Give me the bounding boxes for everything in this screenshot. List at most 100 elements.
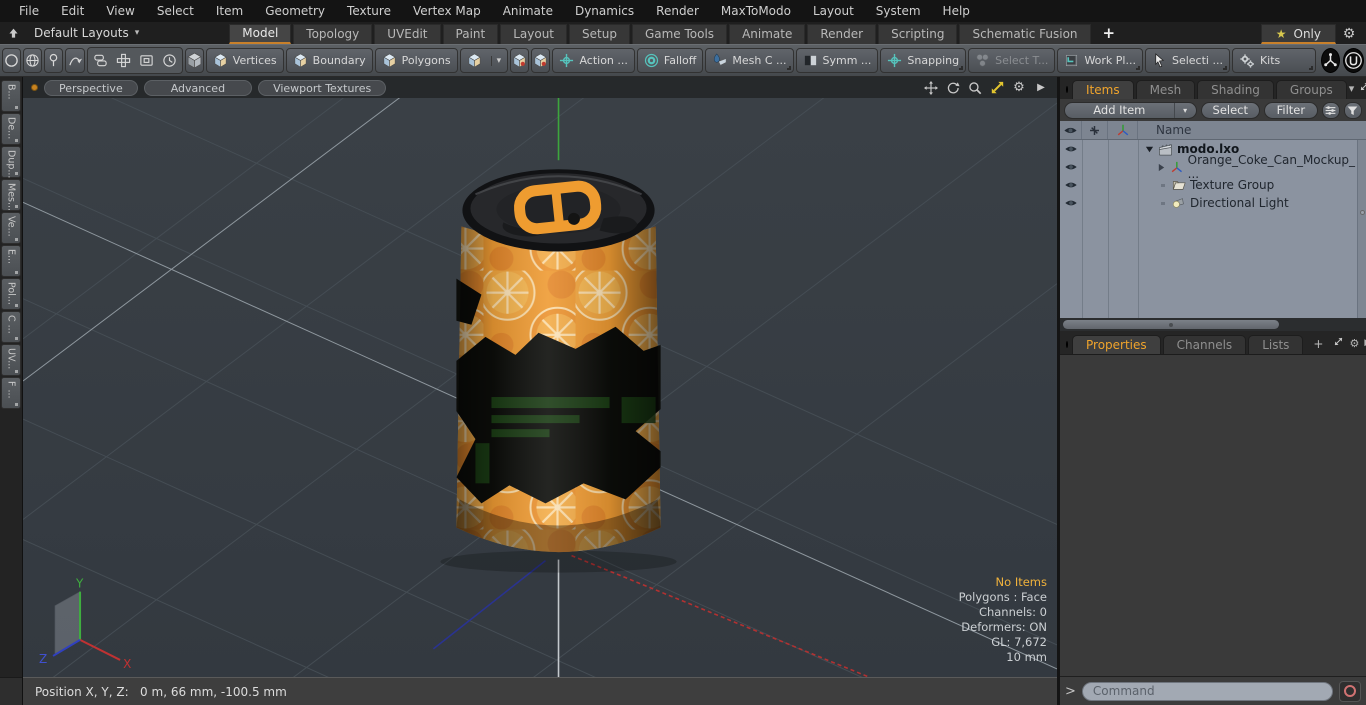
favorites-only-button[interactable]: ★ Only (1260, 24, 1336, 44)
filter-funnel-icon[interactable] (1343, 101, 1362, 119)
layout-tab-game-tools[interactable]: Game Tools (631, 24, 728, 44)
tab-overflow-icon[interactable]: ▾ (1349, 82, 1355, 95)
viewport-3d-canvas[interactable]: Y X Z No Items Polygons : Face Channels:… (23, 98, 1057, 677)
visibility-eye-icon[interactable] (1060, 158, 1082, 176)
toolbox-tab-deform[interactable]: De... (1, 113, 21, 145)
tree-row-mesh[interactable]: Orange_Coke_Can_Mockup_ ... (1060, 153, 1366, 181)
tab-mesh-ops[interactable]: Mesh ... (1135, 80, 1196, 115)
layout-tab-uvedit[interactable]: UVEdit (374, 24, 441, 44)
viewport-shading-button[interactable]: Advanced (143, 79, 253, 96)
toolbox-tab-edge[interactable]: E... (1, 245, 21, 277)
tab-shading[interactable]: Shading (1197, 80, 1274, 99)
tab-items[interactable]: Items (1072, 80, 1134, 99)
box-select-icon[interactable] (135, 49, 158, 72)
tree-row-directional-light[interactable]: Directional Light (1060, 194, 1366, 212)
tripod-logo-icon[interactable] (1320, 48, 1340, 73)
material-cube-icon[interactable] (510, 48, 530, 73)
command-input[interactable] (1081, 681, 1333, 701)
action-center-button[interactable]: Action ... (552, 48, 635, 73)
toolbox-tab-f[interactable]: F ... (1, 377, 21, 409)
work-plane-button[interactable]: Work Pl... (1057, 48, 1143, 73)
menu-animate[interactable]: Animate (492, 0, 564, 22)
layout-tab-scripting[interactable]: Scripting (878, 24, 958, 44)
menu-select[interactable]: Select (146, 0, 205, 22)
zoom-view-icon[interactable] (967, 80, 983, 96)
layout-tab-paint[interactable]: Paint (442, 24, 499, 44)
filter-button[interactable]: Filter (1263, 101, 1318, 119)
vertices-mode-button[interactable]: Vertices (205, 48, 284, 73)
pin-tool-icon[interactable] (44, 48, 64, 73)
rotate-view-icon[interactable] (945, 80, 961, 96)
viewport-textures-button[interactable]: Viewport Textures (258, 79, 387, 96)
menu-render[interactable]: Render (645, 0, 710, 22)
add-layout-tab-button[interactable]: + (1092, 24, 1126, 44)
unfold-icon[interactable] (112, 49, 135, 72)
tab-lists[interactable]: Lists (1248, 335, 1304, 354)
panel-gear-icon[interactable]: ⚙ (1349, 337, 1359, 350)
record-macro-icon[interactable] (1339, 680, 1361, 702)
menu-help[interactable]: Help (932, 0, 981, 22)
toolbox-tab-basic[interactable]: B... (1, 80, 21, 112)
clock-icon[interactable] (158, 49, 181, 72)
viewport-menu-arrow-icon[interactable]: ▶ (1033, 80, 1049, 96)
curve-tool-icon[interactable] (65, 48, 85, 73)
layout-tab-topology[interactable]: Topology (293, 24, 373, 44)
expand-panel-icon[interactable] (1333, 336, 1344, 350)
add-panel-tab-button[interactable]: + (1305, 335, 1331, 354)
symmetry-button[interactable]: Symm ... (795, 48, 879, 73)
expand-panel-icon[interactable] (1359, 81, 1366, 95)
boundary-mode-button[interactable]: Boundary (285, 48, 373, 73)
axis-column-icon[interactable] (1108, 121, 1138, 139)
pin-column-icon[interactable] (1082, 121, 1108, 139)
pin-layout-icon[interactable] (0, 23, 26, 43)
visibility-eye-icon[interactable] (1060, 194, 1082, 212)
select-through-button[interactable]: Select T... (968, 48, 1056, 73)
toolbox-tab-mesh[interactable]: Mes... (1, 179, 21, 211)
menu-geometry[interactable]: Geometry (254, 0, 336, 22)
cube-mode-icon[interactable] (184, 48, 204, 73)
menu-edit[interactable]: Edit (50, 0, 95, 22)
layout-tab-animate[interactable]: Animate (729, 24, 806, 44)
material-cube-alt-icon[interactable] (531, 48, 551, 73)
menu-dynamics[interactable]: Dynamics (564, 0, 645, 22)
menu-vertex-map[interactable]: Vertex Map (402, 0, 492, 22)
menu-system[interactable]: System (865, 0, 932, 22)
toolbox-tab-curves[interactable]: C ... (1, 311, 21, 343)
ellipse-tool-icon[interactable] (2, 48, 22, 73)
toolbox-tab-polygon[interactable]: Pol... (1, 278, 21, 310)
snapping-button[interactable]: Snapping (880, 48, 967, 73)
maximize-viewport-icon[interactable] (989, 80, 1005, 96)
unreal-logo-icon[interactable] (1342, 48, 1364, 73)
item-mode-dropdown[interactable]: ▾ (459, 48, 509, 73)
layout-tab-schematic-fusion[interactable]: Schematic Fusion (959, 24, 1091, 44)
vertical-scrollbar[interactable] (1357, 140, 1366, 318)
layouts-dropdown[interactable]: Default Layouts ▾ (26, 22, 147, 44)
add-item-button[interactable]: Add Item ▾ (1064, 101, 1197, 119)
tab-channels[interactable]: Channels (1162, 335, 1247, 354)
panel-indicator-icon[interactable] (1066, 86, 1068, 93)
falloff-button[interactable]: Falloff (636, 48, 704, 73)
selection-sets-button[interactable]: Selecti ... (1144, 48, 1230, 73)
viewport-indicator-icon[interactable] (31, 84, 38, 91)
horizontal-scrollbar[interactable] (1060, 318, 1366, 331)
tab-properties[interactable]: Properties (1072, 335, 1161, 354)
orange-can-model[interactable] (440, 169, 677, 573)
menu-view[interactable]: View (95, 0, 145, 22)
kits-button[interactable]: Kits (1231, 48, 1316, 73)
panel-indicator-icon[interactable] (1066, 341, 1068, 348)
layout-tab-setup[interactable]: Setup (569, 24, 630, 44)
visibility-eye-icon[interactable] (1060, 140, 1082, 158)
layout-tab-layout[interactable]: Layout (500, 24, 568, 44)
gear-icon[interactable]: ⚙ (1336, 24, 1362, 44)
menu-texture[interactable]: Texture (336, 0, 402, 22)
layout-tab-model[interactable]: Model (229, 24, 292, 44)
menu-maxtomodo[interactable]: MaxToModo (710, 0, 802, 22)
select-button[interactable]: Select (1200, 101, 1260, 119)
name-column-header[interactable]: Name (1138, 121, 1366, 139)
mesh-constraint-button[interactable]: Mesh C ... (705, 48, 794, 73)
polygons-mode-button[interactable]: Polygons (374, 48, 458, 73)
menu-item[interactable]: Item (205, 0, 254, 22)
tree-row-texture-group[interactable]: Texture Group (1060, 176, 1366, 194)
layers-icon[interactable] (89, 49, 112, 72)
viewport-options-gear-icon[interactable]: ⚙ (1011, 80, 1027, 96)
